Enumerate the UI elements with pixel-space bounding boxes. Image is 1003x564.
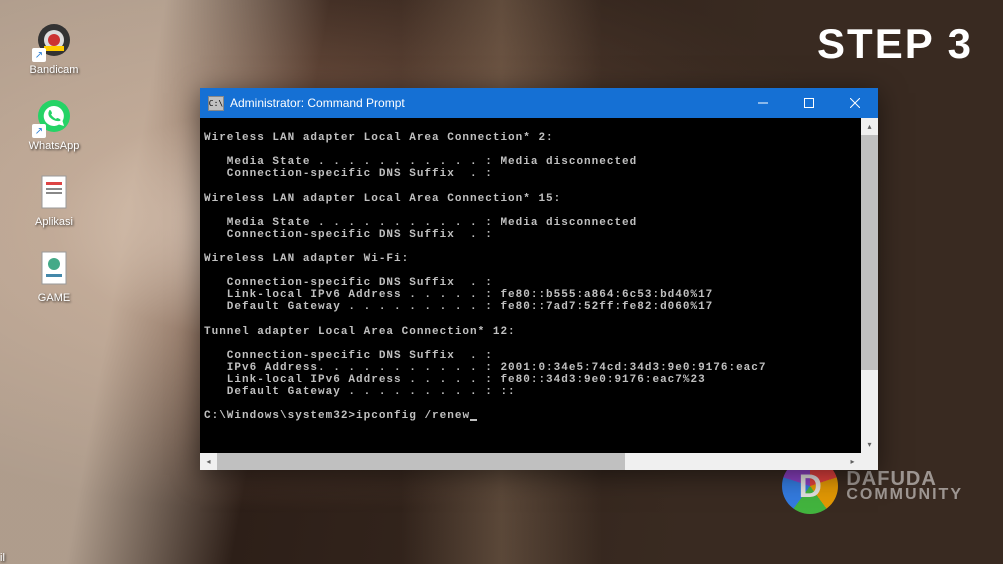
desktop-icons-container: ↗ Bandicam ↗ WhatsApp Aplikasi GAME (20, 20, 88, 304)
scroll-down-button[interactable]: ▾ (861, 436, 878, 453)
bandicam-icon: ↗ (34, 20, 74, 60)
window-title: Administrator: Command Prompt (230, 96, 740, 110)
minimize-button[interactable] (740, 88, 786, 118)
whatsapp-icon: ↗ (34, 96, 74, 136)
scroll-thumb[interactable] (861, 135, 878, 370)
scroll-up-button[interactable]: ▴ (861, 118, 878, 135)
desktop-icon-game[interactable]: GAME (20, 248, 88, 304)
scroll-track[interactable] (217, 453, 844, 470)
step-badge: STEP 3 (817, 20, 973, 68)
terminal-prompt: C:\Windows\system32> (204, 410, 356, 422)
cmd-window: C:\ Administrator: Command Prompt Wirele… (200, 88, 878, 470)
scroll-corner (861, 453, 878, 470)
window-controls (740, 88, 878, 118)
desktop-icon-whatsapp[interactable]: ↗ WhatsApp (20, 96, 88, 152)
terminal-command: ipconfig /renew (356, 410, 470, 422)
folder-icon (34, 172, 74, 212)
vertical-scrollbar[interactable]: ▴ ▾ (861, 118, 878, 453)
icon-label: Aplikasi (35, 216, 73, 228)
maximize-button[interactable] (786, 88, 832, 118)
terminal-body[interactable]: Wireless LAN adapter Local Area Connecti… (200, 118, 878, 470)
icon-label: WhatsApp (29, 140, 80, 152)
close-button[interactable] (832, 88, 878, 118)
scroll-thumb[interactable] (217, 453, 625, 470)
scroll-left-button[interactable]: ◂ (200, 453, 217, 470)
terminal-output: Wireless LAN adapter Local Area Connecti… (200, 118, 878, 424)
watermark-text: DAFUDA COMMUNITY (846, 470, 963, 502)
shortcut-arrow-icon: ↗ (32, 48, 46, 62)
icon-label: Bandicam (30, 64, 79, 76)
horizontal-scrollbar[interactable]: ◂ ▸ (200, 453, 861, 470)
shortcut-arrow-icon: ↗ (32, 124, 46, 138)
terminal-cursor (470, 419, 477, 421)
icon-label: GAME (38, 292, 70, 304)
partial-desktop-icon: il (0, 552, 5, 564)
scroll-track[interactable] (861, 135, 878, 436)
desktop-icon-aplikasi[interactable]: Aplikasi (20, 172, 88, 228)
scroll-right-button[interactable]: ▸ (844, 453, 861, 470)
cmd-icon: C:\ (208, 96, 224, 111)
desktop-icon-bandicam[interactable]: ↗ Bandicam (20, 20, 88, 76)
titlebar[interactable]: C:\ Administrator: Command Prompt (200, 88, 878, 118)
folder-icon (34, 248, 74, 288)
